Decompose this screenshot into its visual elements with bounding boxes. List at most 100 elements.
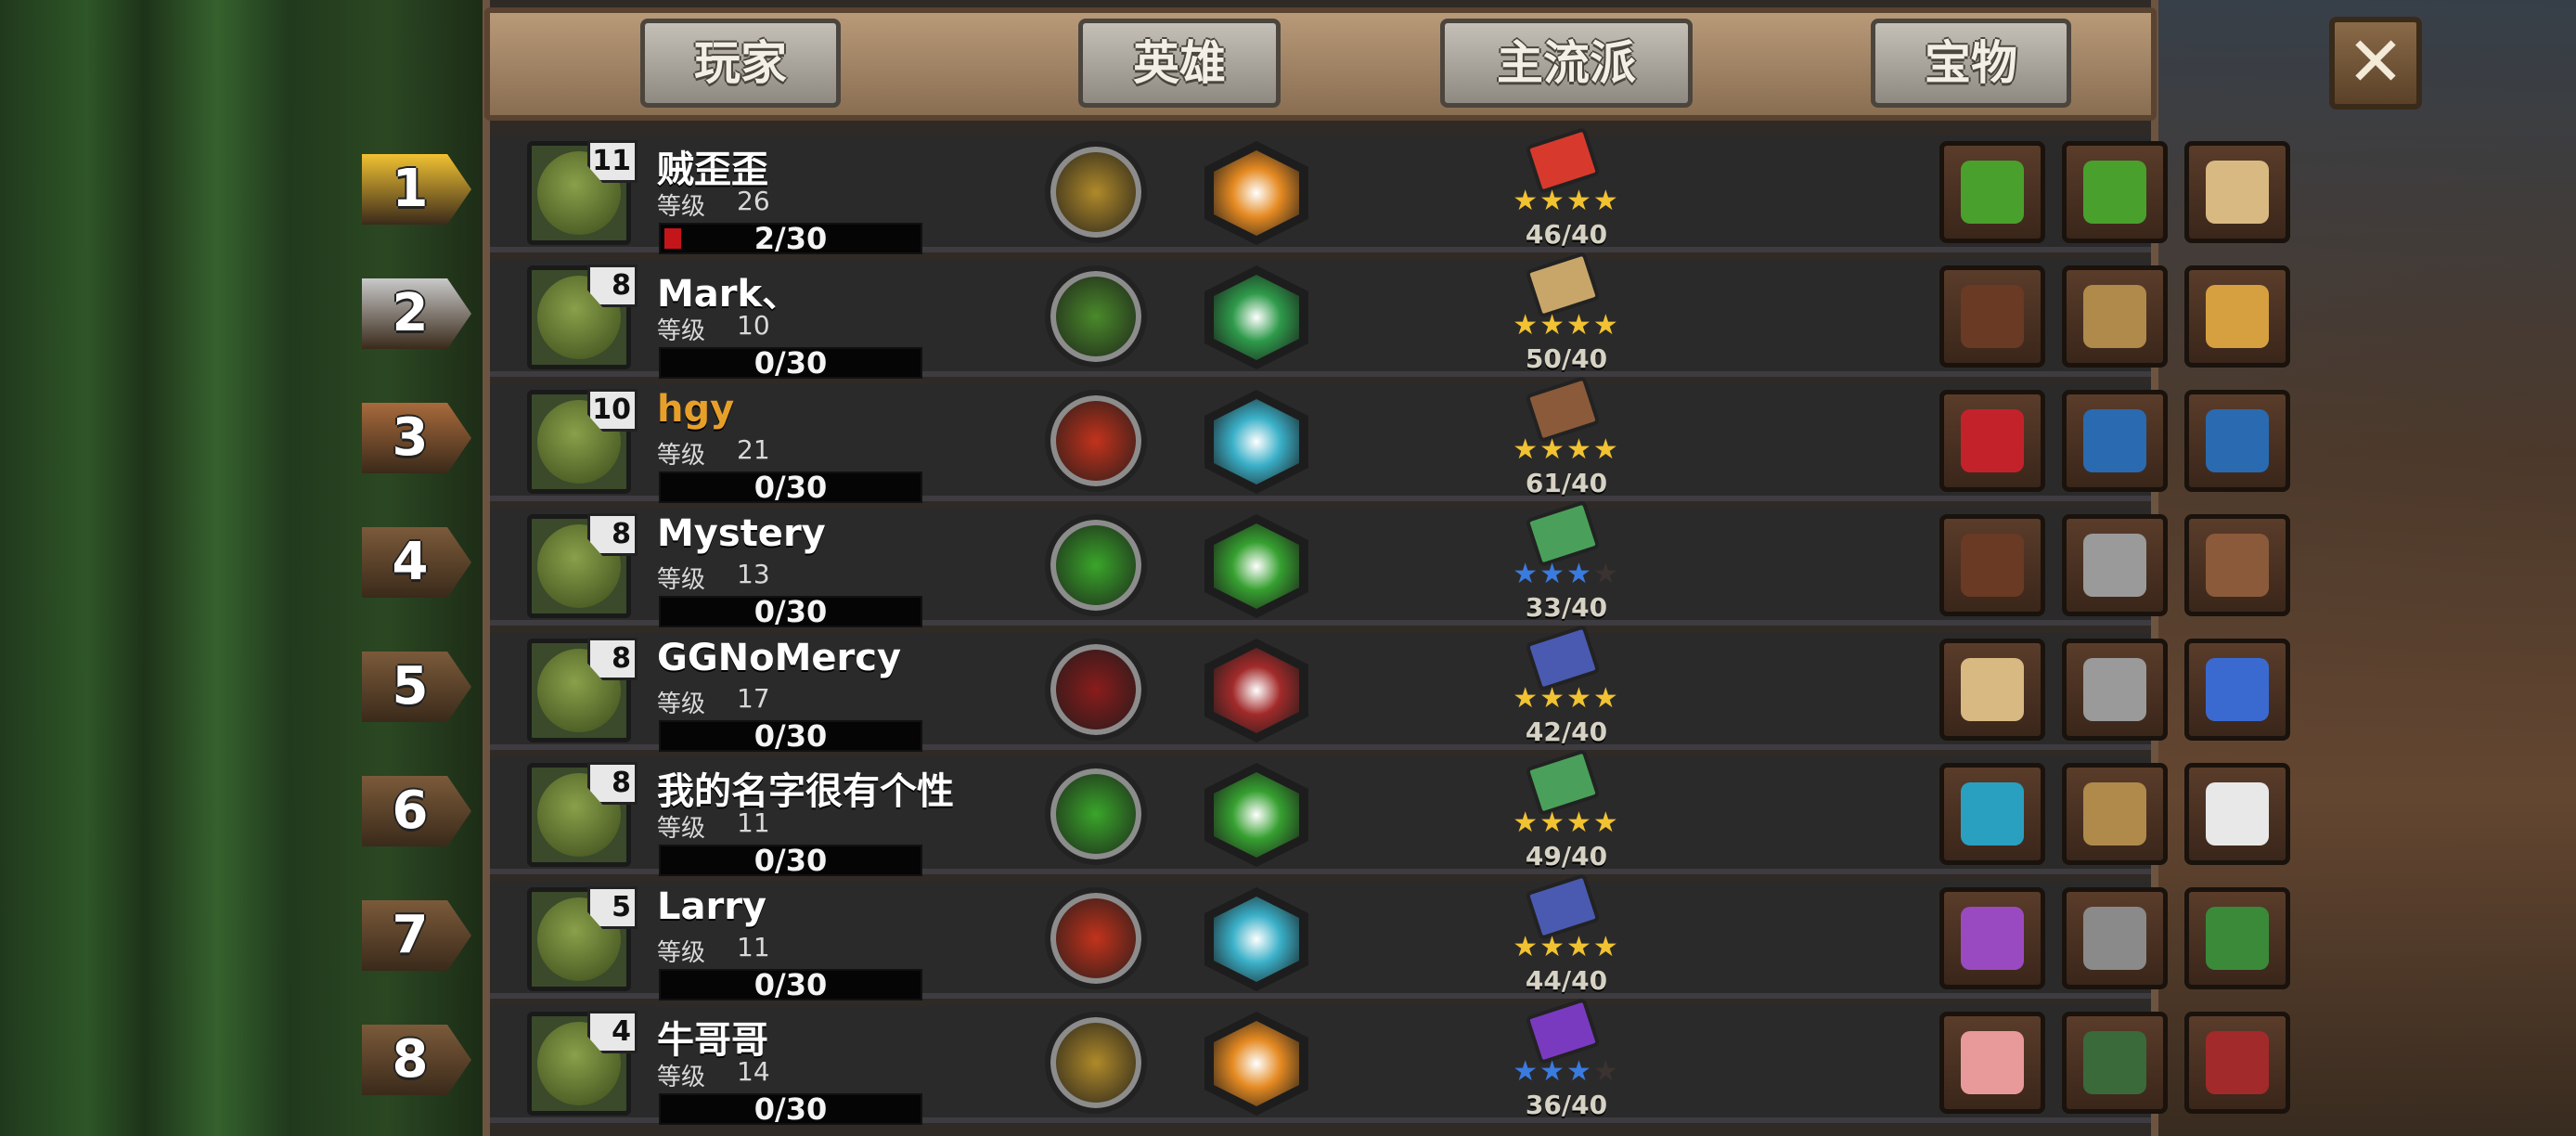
sword-slash-icon[interactable] (1045, 887, 1147, 989)
lantern-icon (2206, 409, 2269, 472)
progress-bar: 0/30 (659, 594, 922, 629)
star-icon: ★ (1513, 185, 1540, 217)
meat-cleaver-icon (2206, 534, 2269, 597)
treasure-slot[interactable] (2062, 887, 2168, 989)
player-row[interactable]: 5 Larry 等级 11 0/30 ★★★★ 44/40 (490, 872, 2290, 1002)
progress-bar: 0/30 (659, 967, 922, 1002)
skill-hex[interactable] (1204, 265, 1308, 369)
star-icon: ★ (1566, 931, 1593, 963)
treasure-slot[interactable] (2062, 1012, 2168, 1114)
skill-hex[interactable] (1204, 639, 1308, 742)
player-avatar[interactable]: 8 (527, 513, 638, 618)
star-icon: ★ (1539, 807, 1566, 839)
player-avatar[interactable]: 8 (527, 762, 638, 867)
treasure-slot[interactable] (2062, 141, 2168, 243)
star-icon: ★ (1513, 1055, 1540, 1088)
player-row[interactable]: 8 我的名字很有个性 等级 11 0/30 ★★★★ 49/40 (490, 748, 2290, 878)
treasure-slot[interactable] (2062, 390, 2168, 492)
skill-hex[interactable] (1204, 763, 1308, 867)
book-count: 36/40 (1525, 1090, 1608, 1120)
player-name: 我的名字很有个性 (657, 770, 954, 813)
treasure-slot[interactable] (1939, 514, 2045, 616)
sword-slash-icon[interactable] (1045, 390, 1147, 492)
treasure-slot[interactable] (1939, 887, 2045, 989)
skill-hex[interactable] (1204, 1012, 1308, 1116)
book-count: 44/40 (1525, 965, 1608, 996)
gold-coins-icon[interactable] (1045, 141, 1147, 243)
book-count: 50/40 (1525, 343, 1608, 374)
treasure-slot[interactable] (2062, 639, 2168, 741)
progress-text: 0/30 (753, 967, 828, 1002)
progress-bar: 0/30 (659, 345, 922, 381)
star-icon: ★ (1566, 433, 1593, 466)
treasure-slot[interactable] (1939, 639, 2045, 741)
treasure-slot[interactable] (2184, 763, 2290, 865)
star-rating: ★★★★ (1501, 685, 1631, 713)
red-feather-icon[interactable] (1045, 639, 1147, 741)
treasure-slot[interactable] (1939, 141, 2045, 243)
progress-text: 0/30 (753, 718, 828, 754)
star-icon: ★ (1592, 807, 1620, 839)
green-slime-icon[interactable] (1045, 514, 1147, 616)
level-value: 10 (737, 310, 770, 341)
player-row[interactable]: 8 Mark、 等级 10 0/30 ★★★★ 50/40 (490, 251, 2290, 381)
money-stack-icon (1961, 161, 2024, 224)
level-label: 等级 (657, 1064, 706, 1091)
treasure-slot[interactable] (2184, 514, 2290, 616)
treasure-slot[interactable] (2184, 1012, 2290, 1114)
ice-burst-icon (1214, 897, 1299, 982)
tab-mainstream[interactable]: 主流派 (1440, 19, 1693, 108)
star-icon: ★ (1592, 185, 1620, 217)
treasure-slot[interactable] (2184, 141, 2290, 243)
progress-text: 0/30 (753, 843, 828, 878)
money-stack-icon (2083, 161, 2146, 224)
level-label: 等级 (657, 939, 706, 967)
star-icon: ★ (1513, 807, 1540, 839)
green-hop-icon[interactable] (1045, 265, 1147, 368)
player-row[interactable]: 8 Mystery 等级 13 0/30 ★★★★ 33/40 (490, 499, 2290, 629)
player-row[interactable]: 4 牛哥哥 等级 14 0/30 ★★★★ 36/40 (490, 997, 2290, 1127)
level-value: 11 (737, 807, 770, 838)
player-avatar[interactable]: 11 (527, 140, 638, 245)
star-rating: ★★★★ (1501, 1058, 1631, 1086)
player-row[interactable]: 10 hgy 等级 21 0/30 ★★★★ 61/40 (490, 375, 2290, 505)
skill-hex[interactable] (1204, 887, 1308, 991)
player-row[interactable]: 11 贼歪歪 等级 26 2/30 ★★★★ 46/40 (490, 126, 2290, 256)
progress-bar: 0/30 (659, 470, 922, 505)
level-label: 等级 (657, 317, 706, 345)
star-icon: ★ (1566, 1055, 1593, 1088)
star-icon: ★ (1566, 807, 1593, 839)
player-avatar[interactable]: 4 (527, 1011, 638, 1116)
skill-hex[interactable] (1204, 514, 1308, 618)
green-book-icon (2206, 907, 2269, 970)
treasure-slot[interactable] (1939, 763, 2045, 865)
player-avatar[interactable]: 8 (527, 638, 638, 742)
tab-treasures[interactable]: 宝物 (1871, 19, 2071, 108)
tab-heroes[interactable]: 英雄 (1078, 19, 1281, 108)
skill-hex[interactable] (1204, 390, 1308, 494)
close-button[interactable]: ✕ (2329, 17, 2422, 110)
treasure-slot[interactable] (1939, 1012, 2045, 1114)
green-slime-icon[interactable] (1045, 763, 1147, 865)
treasure-slot[interactable] (2184, 390, 2290, 492)
gold-coins-icon[interactable] (1045, 1012, 1147, 1114)
treasure-slot[interactable] (1939, 265, 2045, 368)
treasure-slot[interactable] (2062, 763, 2168, 865)
treasure-slot[interactable] (2184, 265, 2290, 368)
skill-hex[interactable] (1204, 141, 1308, 245)
tab-players[interactable]: 玩家 (640, 19, 841, 108)
progress-bar: 2/30 (659, 221, 922, 256)
leather-vest-icon (1961, 534, 2024, 597)
treasure-slot[interactable] (2184, 639, 2290, 741)
star-icon: ★ (1539, 309, 1566, 342)
player-avatar[interactable]: 10 (527, 389, 638, 494)
treasure-slot[interactable] (2184, 887, 2290, 989)
treasure-slot[interactable] (2062, 514, 2168, 616)
player-row[interactable]: 8 GGNoMercy 等级 17 0/30 ★★★★ 42/40 (490, 624, 2290, 754)
level-value: 17 (737, 683, 770, 714)
treasure-slot[interactable] (1939, 390, 2045, 492)
star-icon: ★ (1592, 309, 1620, 342)
player-avatar[interactable]: 8 (527, 265, 638, 369)
player-avatar[interactable]: 5 (527, 886, 638, 991)
treasure-slot[interactable] (2062, 265, 2168, 368)
